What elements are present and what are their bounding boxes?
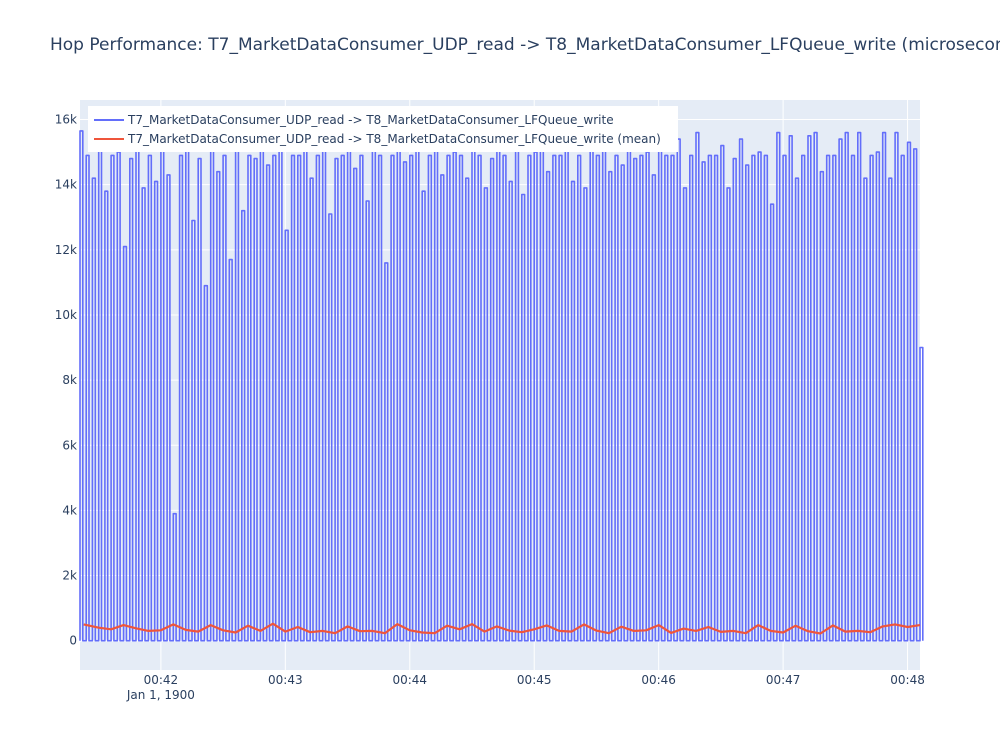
y-tick-label: 4k <box>62 503 77 517</box>
chart-svg: Hop Performance: T7_MarketDataConsumer_U… <box>50 35 1000 702</box>
x-tick-label: 00:44 <box>392 673 427 687</box>
y-tick-label: 0 <box>69 634 77 648</box>
legend[interactable]: T7_MarketDataConsumer_UDP_read -> T8_Mar… <box>88 106 678 152</box>
y-tick-label: 2k <box>62 569 77 583</box>
x-tick-label: 00:43 <box>268 673 303 687</box>
x-tick-label: 00:48 <box>890 673 925 687</box>
y-tick-label: 10k <box>55 308 77 322</box>
x-tick-label: 00:47 <box>766 673 801 687</box>
x-tick-label: 00:42 <box>144 673 179 687</box>
x-tick-label: 00:45 <box>517 673 552 687</box>
legend-item-label[interactable]: T7_MarketDataConsumer_UDP_read -> T8_Mar… <box>127 113 614 127</box>
y-tick-label: 6k <box>62 438 77 452</box>
y-tick-label: 12k <box>55 243 77 257</box>
y-tick-label: 16k <box>55 113 77 127</box>
legend-item-label[interactable]: T7_MarketDataConsumer_UDP_read -> T8_Mar… <box>127 132 661 146</box>
chart-title: Hop Performance: T7_MarketDataConsumer_U… <box>50 35 1000 55</box>
y-tick-label: 14k <box>55 178 77 192</box>
y-tick-label: 8k <box>62 373 77 387</box>
x-tick-label: 00:46 <box>641 673 676 687</box>
x-date-label: Jan 1, 1900 <box>126 688 195 702</box>
